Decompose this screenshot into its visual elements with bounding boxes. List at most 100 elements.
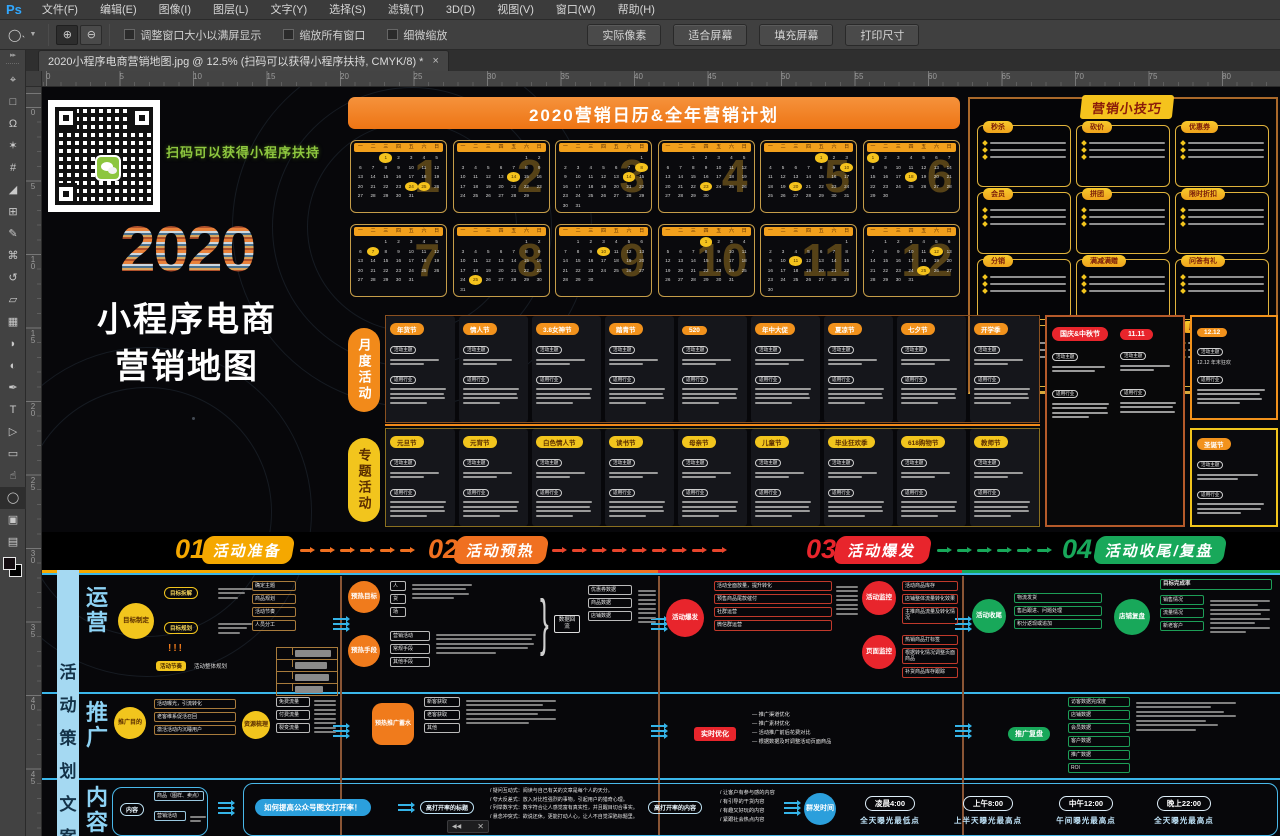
day-cell: 6 — [635, 237, 648, 247]
option-button[interactable]: 适合屏幕 — [673, 24, 747, 46]
menu-item[interactable]: 文字(Y) — [259, 0, 318, 20]
industry-tag: 适用行业 — [901, 376, 927, 384]
flow-arrows — [651, 722, 664, 740]
title-oval: 高打开率的标题 — [420, 801, 474, 814]
gradient-tool-icon[interactable]: ▦ — [0, 311, 26, 333]
text-bar — [682, 501, 738, 503]
text-bar — [901, 476, 935, 478]
pen-tool-icon[interactable]: ✒ — [0, 377, 26, 399]
rewind-icon[interactable]: ◀◀ — [452, 823, 461, 830]
bullet-icon — [1180, 147, 1186, 153]
option-checkbox[interactable]: 调整窗口大小以满屏显示 — [124, 27, 261, 43]
menu-item[interactable]: 选择(S) — [318, 0, 377, 20]
option-checkbox[interactable]: 缩放所有窗口 — [283, 27, 365, 43]
menu-item[interactable]: 滤镜(T) — [377, 0, 435, 20]
content-root-node: 内容 — [120, 803, 144, 816]
healing-brush-tool-icon[interactable]: ⊞ — [0, 201, 26, 223]
dodge-tool-icon[interactable]: ◐ — [0, 355, 26, 377]
day-cell: 2 — [892, 237, 905, 247]
menu-item[interactable]: 图层(L) — [202, 0, 259, 20]
marquee-tool-icon[interactable]: □ — [0, 91, 26, 113]
menu-item[interactable]: 3D(D) — [435, 0, 486, 20]
lasso-tool-icon[interactable]: Ω — [0, 113, 26, 135]
collapse-panel-icon[interactable]: ▸▸ — [0, 50, 25, 62]
day-cell: 11 — [764, 172, 777, 182]
screen-mode-icon-icon[interactable]: ▤ — [0, 531, 26, 553]
menu-item[interactable]: 窗口(W) — [545, 0, 607, 20]
month-card: 夏凉节活动主题适用行业 — [824, 316, 893, 422]
day-cell: 12 — [802, 256, 815, 266]
menu-item[interactable]: 图像(I) — [148, 0, 202, 20]
day-cell: 21 — [687, 266, 700, 276]
day-cell: 1 — [815, 153, 828, 163]
brush-tool-icon[interactable]: ✎ — [0, 223, 26, 245]
path-select-tool-icon[interactable]: ▷ — [0, 421, 26, 443]
day-cell: 19 — [430, 256, 443, 266]
tools-panel: ▸▸ ⌖□Ω✶#◢⊞✎⌘↺▱▦◗◐✒T▷▭☝◯▣▤ — [0, 50, 26, 836]
tag-row: 活动主题 — [390, 338, 451, 356]
day-cell: 22 — [879, 266, 892, 276]
text-bar — [828, 388, 884, 390]
zoom-tool-icon[interactable]: ◯ — [0, 487, 26, 509]
menu-item[interactable]: 视图(V) — [486, 0, 545, 20]
eyedropper-tool-icon[interactable]: ◢ — [0, 179, 26, 201]
shape-tool-icon[interactable]: ▭ — [0, 443, 26, 465]
day-cell: 5 — [623, 237, 636, 247]
eraser-tool-icon[interactable]: ▱ — [0, 289, 26, 311]
text-bar — [682, 476, 716, 478]
clone-stamp-tool-icon[interactable]: ⌘ — [0, 245, 26, 267]
blur-tool-icon[interactable]: ◗ — [0, 333, 26, 355]
day-cell: 6 — [662, 163, 675, 173]
mindmap-box: 店铺整体流量转化效果 — [902, 594, 958, 604]
day-cell: 6 — [354, 163, 367, 173]
checkbox-box[interactable] — [387, 29, 398, 40]
mini-player-widget[interactable]: ◀◀ ✕ — [447, 820, 489, 833]
option-checkbox[interactable]: 细微缩放 — [387, 27, 447, 43]
move-tool-icon[interactable]: ⌖ — [0, 69, 26, 91]
day-cell: 7 — [867, 247, 880, 257]
tab-close-icon[interactable]: × — [432, 55, 438, 67]
month-card: 情人节活动主题适用行业 — [459, 316, 528, 422]
zoom-tool-preview[interactable]: ◯˴▼ — [0, 28, 42, 42]
text-bar — [1089, 276, 1165, 278]
close-icon[interactable]: ✕ — [477, 822, 484, 831]
type-tool-icon[interactable]: T — [0, 399, 26, 421]
option-button[interactable]: 填充屏幕 — [759, 24, 833, 46]
checkbox-box[interactable] — [283, 29, 294, 40]
zoom-out-button[interactable]: ⊖ — [80, 25, 102, 45]
checkbox-box[interactable] — [124, 29, 135, 40]
text-bar — [463, 510, 518, 512]
activity-pill: 教师节 — [974, 436, 1008, 448]
menu-item[interactable]: 帮助(H) — [607, 0, 666, 20]
foreground-color-swatch[interactable] — [3, 557, 16, 570]
option-button[interactable]: 打印尺寸 — [845, 24, 919, 46]
text-bar — [974, 393, 1028, 395]
bullet-text: / 有趣又好玩的内容 — [720, 807, 775, 816]
day-cell: 20 — [930, 172, 943, 182]
section-divider — [42, 573, 1280, 575]
menu-item[interactable]: 编辑(E) — [89, 0, 148, 20]
day-cell: 16 — [533, 172, 546, 182]
day-cell: 23 — [879, 182, 892, 192]
day-cell: 7 — [674, 163, 687, 173]
day-cell: 1 — [520, 237, 533, 247]
history-brush-tool-icon[interactable]: ↺ — [0, 267, 26, 289]
national-day-pill: 国庆&中秋节 — [1052, 327, 1108, 341]
hand-tool-icon[interactable]: ☝ — [0, 465, 26, 487]
document-tab[interactable]: 2020小程序电商营销地图.jpg @ 12.5% (扫码可以获得小程序扶持, … — [38, 50, 449, 71]
magic-wand-tool-icon[interactable]: ✶ — [0, 135, 26, 157]
monthly-activities-label: 月度活动 — [348, 328, 380, 412]
zoom-in-button[interactable]: ⊕ — [56, 25, 78, 45]
crop-tool-icon[interactable]: # — [0, 157, 26, 179]
menu-item[interactable]: 文件(F) — [31, 0, 89, 20]
realtime-optimize-tag: 实时优化 — [694, 727, 736, 741]
day-cell: 9 — [392, 247, 405, 257]
option-button[interactable]: 实际像素 — [587, 24, 661, 46]
theme-tag: 活动主题 — [609, 346, 635, 354]
color-swatches[interactable] — [0, 555, 26, 581]
quick-mask-icon-icon[interactable]: ▣ — [0, 509, 26, 531]
day-cell: 7 — [687, 247, 700, 257]
warmup-means-node: 预热手段 — [348, 635, 380, 667]
mindmap-box: 免费流量 — [276, 697, 310, 707]
document-canvas[interactable]: 扫码可以获得小程序扶持 2020 小程序电商 营销地图 2020营销日历&全年营… — [42, 87, 1280, 836]
